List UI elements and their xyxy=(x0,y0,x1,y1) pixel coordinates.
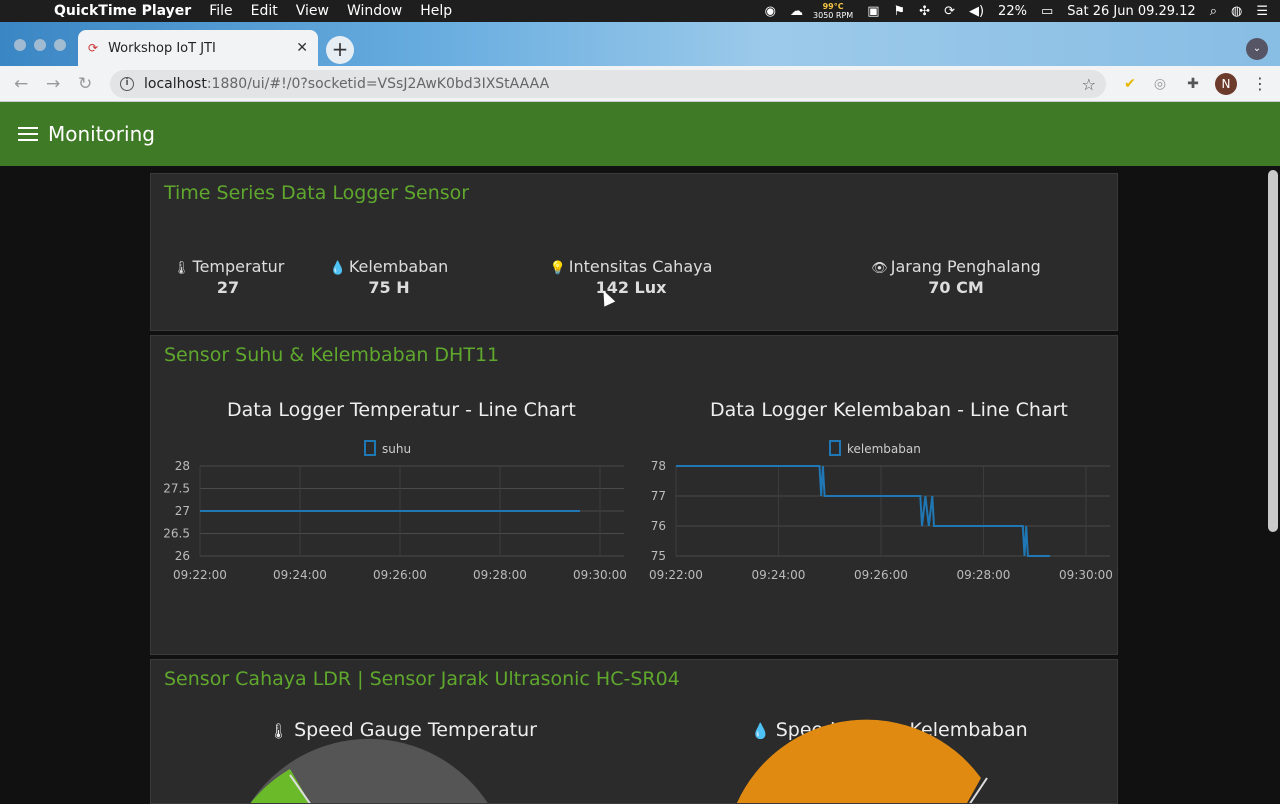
cloud-icon[interactable]: ☁ xyxy=(790,4,803,19)
new-tab-button[interactable]: + xyxy=(326,36,354,64)
extension-check-icon[interactable]: ✔ xyxy=(1120,74,1140,94)
clock[interactable]: Sat 26 Jun 09.29.12 xyxy=(1067,4,1195,19)
sync-icon[interactable]: ⟳ xyxy=(944,4,955,19)
card-dht11: Sensor Suhu & Kelembaban DHT11 Data Logg… xyxy=(150,335,1118,655)
volume-icon[interactable]: ◀) xyxy=(969,4,984,19)
extension-shield-icon[interactable]: ◎ xyxy=(1150,74,1170,94)
menu-help[interactable]: Help xyxy=(420,3,452,19)
menu-view[interactable]: View xyxy=(296,3,329,19)
back-icon[interactable]: ← xyxy=(14,74,28,94)
metric-value: 75 H xyxy=(368,278,410,297)
dashboard-title: Monitoring xyxy=(48,122,155,146)
menu-edit[interactable]: Edit xyxy=(251,3,278,19)
profile-avatar[interactable]: N xyxy=(1215,73,1237,95)
minimize-window-button[interactable] xyxy=(34,39,46,51)
zoom-window-button[interactable] xyxy=(54,39,66,51)
url-host: localhost xyxy=(144,76,207,92)
site-info-icon[interactable]: i xyxy=(120,77,134,91)
eye-slash-icon: 👁 xyxy=(871,261,888,276)
metric-temperatur: 🌡 Temperatur 27 xyxy=(173,257,285,297)
metric-label: Jarang Penghalang xyxy=(890,257,1041,276)
forward-icon[interactable]: → xyxy=(46,74,60,94)
metric-label: Intensitas Cahaya xyxy=(568,257,713,276)
wifi-tool-icon[interactable]: ⚑ xyxy=(894,4,906,19)
browser-tab-active[interactable]: ⟳ Workshop IoT JTI ✕ xyxy=(78,30,318,66)
url-path: :1880/ui/#!/0?socketid=VSsJ2AwK0bd3IXStA… xyxy=(206,76,550,92)
card-title: Time Series Data Logger Sensor xyxy=(164,182,470,204)
bluetooth-icon[interactable]: ✣ xyxy=(919,4,930,19)
metric-label: Kelembaban xyxy=(348,257,449,276)
metric-value: 142 Lux xyxy=(595,278,667,297)
metric-kelembaban: 💧 Kelembaban 75 H xyxy=(329,257,449,297)
battery-percent[interactable]: 22% xyxy=(998,4,1027,19)
browser-toolbar: ← → ↻ i localhost :1880/ui/#!/0?socketid… xyxy=(0,66,1280,102)
record-icon[interactable]: ◉ xyxy=(765,4,776,19)
cpu-monitor[interactable]: 99°C 3050 RPM xyxy=(813,2,853,20)
browser-tabbar: ⟳ Workshop IoT JTI ✕ + ⌄ xyxy=(0,22,1280,66)
close-window-button[interactable] xyxy=(14,39,26,51)
siri-icon[interactable]: ◍ xyxy=(1231,4,1242,19)
status-area: ◉ ☁ 99°C 3050 RPM ▣ ⚑ ✣ ⟳ ◀) 22% ▭ Sat 2… xyxy=(751,0,1268,22)
card-ldr-ultrasonic: Sensor Cahaya LDR | Sensor Jarak Ultraso… xyxy=(150,659,1118,804)
bookmark-star-icon[interactable]: ☆ xyxy=(1082,75,1096,94)
metric-value: 70 CM xyxy=(928,278,984,297)
page-scrollbar[interactable] xyxy=(1268,170,1278,532)
control-center-icon[interactable]: ☰ xyxy=(1256,4,1268,19)
address-bar[interactable]: i localhost :1880/ui/#!/0?socketid=VSsJ2… xyxy=(110,70,1106,98)
gauge-fill-kelembaban xyxy=(736,719,981,803)
chart-title-temperatur: Data Logger Temperatur - Line Chart xyxy=(227,399,576,421)
extensions-puzzle-icon[interactable]: ✚ xyxy=(1183,74,1203,94)
menu-app-name[interactable]: QuickTime Player xyxy=(54,3,191,19)
metric-jarang-penghalang: 👁 Jarang Penghalang 70 CM xyxy=(866,257,1046,297)
menu-file[interactable]: File xyxy=(209,3,232,19)
hamburger-menu-icon[interactable] xyxy=(18,123,38,145)
metric-value: 27 xyxy=(216,278,240,297)
spotlight-icon[interactable]: ⌕ xyxy=(1210,4,1217,19)
reload-icon[interactable]: ↻ xyxy=(78,74,92,94)
metric-label: Temperatur xyxy=(192,257,285,276)
tab-search-icon[interactable]: ⌄ xyxy=(1246,38,1268,60)
droplet-icon: 💧 xyxy=(329,261,346,276)
browser-menu-icon[interactable]: ⋮ xyxy=(1252,74,1268,93)
macos-menubar: QuickTime Player File Edit View Window H… xyxy=(0,0,1280,22)
close-tab-icon[interactable]: ✕ xyxy=(296,40,308,56)
bulb-icon: 💡 xyxy=(549,261,566,276)
node-red-favicon-icon: ⟳ xyxy=(88,41,99,55)
card-data-logger: Time Series Data Logger Sensor 🌡 Temperat… xyxy=(150,173,1118,331)
metric-intensitas-cahaya: 💡 Intensitas Cahaya 142 Lux xyxy=(546,257,716,297)
tab-title: Workshop IoT JTI xyxy=(108,40,216,56)
battery-icon[interactable]: ▭ xyxy=(1041,4,1053,19)
window-controls xyxy=(14,39,74,51)
chart-title-kelembaban: Data Logger Kelembaban - Line Chart xyxy=(710,399,1068,421)
app-icon[interactable]: ▣ xyxy=(867,4,879,19)
dashboard-header: Monitoring xyxy=(0,102,1280,166)
menu-window[interactable]: Window xyxy=(347,3,402,19)
thermometer-icon: 🌡 xyxy=(173,261,190,276)
fan-speed: 3050 RPM xyxy=(813,11,854,20)
card-title: Sensor Suhu & Kelembaban DHT11 xyxy=(164,344,500,366)
cpu-temp: 99°C xyxy=(822,2,844,11)
gauges xyxy=(250,719,988,803)
